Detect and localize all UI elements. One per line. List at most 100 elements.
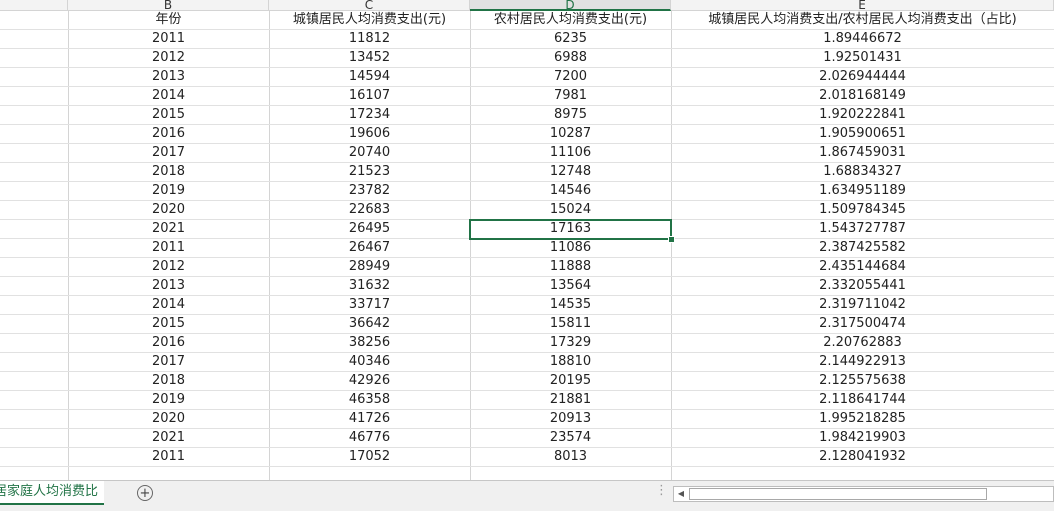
cell-d[interactable]: 13564 [470, 277, 671, 295]
cell-e[interactable]: 1.905900651 [671, 125, 1054, 143]
cell-e[interactable]: 2.387425582 [671, 239, 1054, 257]
tab-splitter-handle[interactable]: ⋮ [655, 483, 668, 498]
cell-b[interactable]: 2014 [68, 87, 269, 105]
cell-e[interactable]: 2.018168149 [671, 87, 1054, 105]
cell-b[interactable]: 2020 [68, 201, 269, 219]
scrollbar-thumb[interactable] [689, 488, 987, 500]
column-header-d[interactable]: D [470, 0, 671, 11]
cell-d[interactable]: 15024 [470, 201, 671, 219]
column-header-b[interactable]: B [68, 0, 269, 11]
column-header-a[interactable] [0, 0, 68, 11]
cell-c[interactable]: 20740 [269, 144, 470, 162]
cell-d[interactable]: 15811 [470, 315, 671, 333]
cell-e[interactable]: 1.92501431 [671, 49, 1054, 67]
cell-d[interactable]: 20195 [470, 372, 671, 390]
cell-c[interactable]: 22683 [269, 201, 470, 219]
cell-e[interactable]: 1.984219903 [671, 429, 1054, 447]
cell-b[interactable]: 2021 [68, 220, 269, 238]
cell-c[interactable]: 23782 [269, 182, 470, 200]
cell-e[interactable]: 2.144922913 [671, 353, 1054, 371]
cell-c[interactable]: 40346 [269, 353, 470, 371]
cell-e[interactable]: 1.509784345 [671, 201, 1054, 219]
cell-b[interactable]: 2017 [68, 353, 269, 371]
spreadsheet-grid[interactable]: B C D E 年份 城镇居民人均消费支出(元) 农村居民人均消费支出(元) 城镇居民人均消费… [0, 0, 1054, 480]
cell-e[interactable]: 1.89446672 [671, 30, 1054, 48]
cell-c[interactable]: 26467 [269, 239, 470, 257]
cell-b[interactable]: 2018 [68, 372, 269, 390]
cell-c[interactable]: 38256 [269, 334, 470, 352]
column-header-e[interactable]: E [671, 0, 1054, 11]
cell-d[interactable]: 14535 [470, 296, 671, 314]
cell-d[interactable]: 21881 [470, 391, 671, 409]
cell-c[interactable]: 33717 [269, 296, 470, 314]
column-header-c[interactable]: C [269, 0, 470, 11]
cell-d[interactable]: 18810 [470, 353, 671, 371]
cell-c[interactable]: 17052 [269, 448, 470, 466]
cell-b[interactable]: 2018 [68, 163, 269, 181]
cell-d[interactable]: 6988 [470, 49, 671, 67]
cell-d[interactable]: 23574 [470, 429, 671, 447]
cell-d[interactable]: 6235 [470, 30, 671, 48]
cell-b[interactable]: 2011 [68, 30, 269, 48]
cell-b[interactable]: 2015 [68, 106, 269, 124]
cell-b[interactable]: 2019 [68, 182, 269, 200]
cell-b[interactable]: 2019 [68, 391, 269, 409]
cell-d[interactable]: 农村居民人均消费支出(元) [470, 11, 671, 29]
cell-c[interactable]: 11812 [269, 30, 470, 48]
cell-c[interactable]: 46358 [269, 391, 470, 409]
cell-e[interactable]: 1.68834327 [671, 163, 1054, 181]
cell-d[interactable]: 8013 [470, 448, 671, 466]
cell-e[interactable]: 2.317500474 [671, 315, 1054, 333]
cell-d[interactable]: 11888 [470, 258, 671, 276]
cell-b[interactable]: 2020 [68, 410, 269, 428]
cell-e[interactable]: 2.20762883 [671, 334, 1054, 352]
cell-d[interactable]: 12748 [470, 163, 671, 181]
cell-d[interactable]: 11106 [470, 144, 671, 162]
cell-b[interactable]: 2012 [68, 258, 269, 276]
cell-c[interactable]: 17234 [269, 106, 470, 124]
cell-b[interactable]: 2021 [68, 429, 269, 447]
horizontal-scrollbar[interactable]: ◀ [673, 486, 1054, 502]
fill-handle[interactable] [668, 236, 675, 243]
cell-e[interactable]: 2.128041932 [671, 448, 1054, 466]
cell-d[interactable]: 17329 [470, 334, 671, 352]
cell-b[interactable]: 年份 [68, 11, 269, 29]
cell-e[interactable]: 1.543727787 [671, 220, 1054, 238]
cell-c[interactable]: 46776 [269, 429, 470, 447]
cell-d[interactable]: 14546 [470, 182, 671, 200]
cell-d[interactable]: 7200 [470, 68, 671, 86]
cell-e[interactable]: 1.920222841 [671, 106, 1054, 124]
cell-d[interactable]: 7981 [470, 87, 671, 105]
cell-b[interactable]: 2011 [68, 239, 269, 257]
cell-c[interactable]: 42926 [269, 372, 470, 390]
scroll-left-icon[interactable]: ◀ [674, 487, 688, 501]
cell-b[interactable]: 2017 [68, 144, 269, 162]
cell-b[interactable]: 2016 [68, 125, 269, 143]
cell-e[interactable]: 2.118641744 [671, 391, 1054, 409]
cell-e[interactable]: 1.867459031 [671, 144, 1054, 162]
cell-d[interactable]: 8975 [470, 106, 671, 124]
cell-c[interactable]: 41726 [269, 410, 470, 428]
cell-c[interactable]: 26495 [269, 220, 470, 238]
cell-d[interactable]: 10287 [470, 125, 671, 143]
cell-b[interactable]: 2013 [68, 277, 269, 295]
cell-c[interactable]: 19606 [269, 125, 470, 143]
cell-e[interactable]: 城镇居民人均消费支出/农村居民人均消费支出（占比) [671, 11, 1054, 29]
cell-c[interactable]: 28949 [269, 258, 470, 276]
sheet-tab-active[interactable]: 居家庭人均消费比 [0, 481, 104, 505]
cell-e[interactable]: 2.026944444 [671, 68, 1054, 86]
cell-e[interactable]: 1.634951189 [671, 182, 1054, 200]
cell-e[interactable]: 2.319711042 [671, 296, 1054, 314]
cell-e[interactable]: 2.125575638 [671, 372, 1054, 390]
cell-e[interactable]: 2.435144684 [671, 258, 1054, 276]
cell-b[interactable]: 2015 [68, 315, 269, 333]
cell-c[interactable]: 13452 [269, 49, 470, 67]
cell-c[interactable]: 21523 [269, 163, 470, 181]
cell-c[interactable]: 16107 [269, 87, 470, 105]
cell-b[interactable]: 2016 [68, 334, 269, 352]
add-sheet-icon[interactable]: + [137, 485, 153, 501]
cell-e[interactable]: 1.995218285 [671, 410, 1054, 428]
cell-b[interactable]: 2011 [68, 448, 269, 466]
cell-d[interactable]: 20913 [470, 410, 671, 428]
cell-b[interactable]: 2012 [68, 49, 269, 67]
